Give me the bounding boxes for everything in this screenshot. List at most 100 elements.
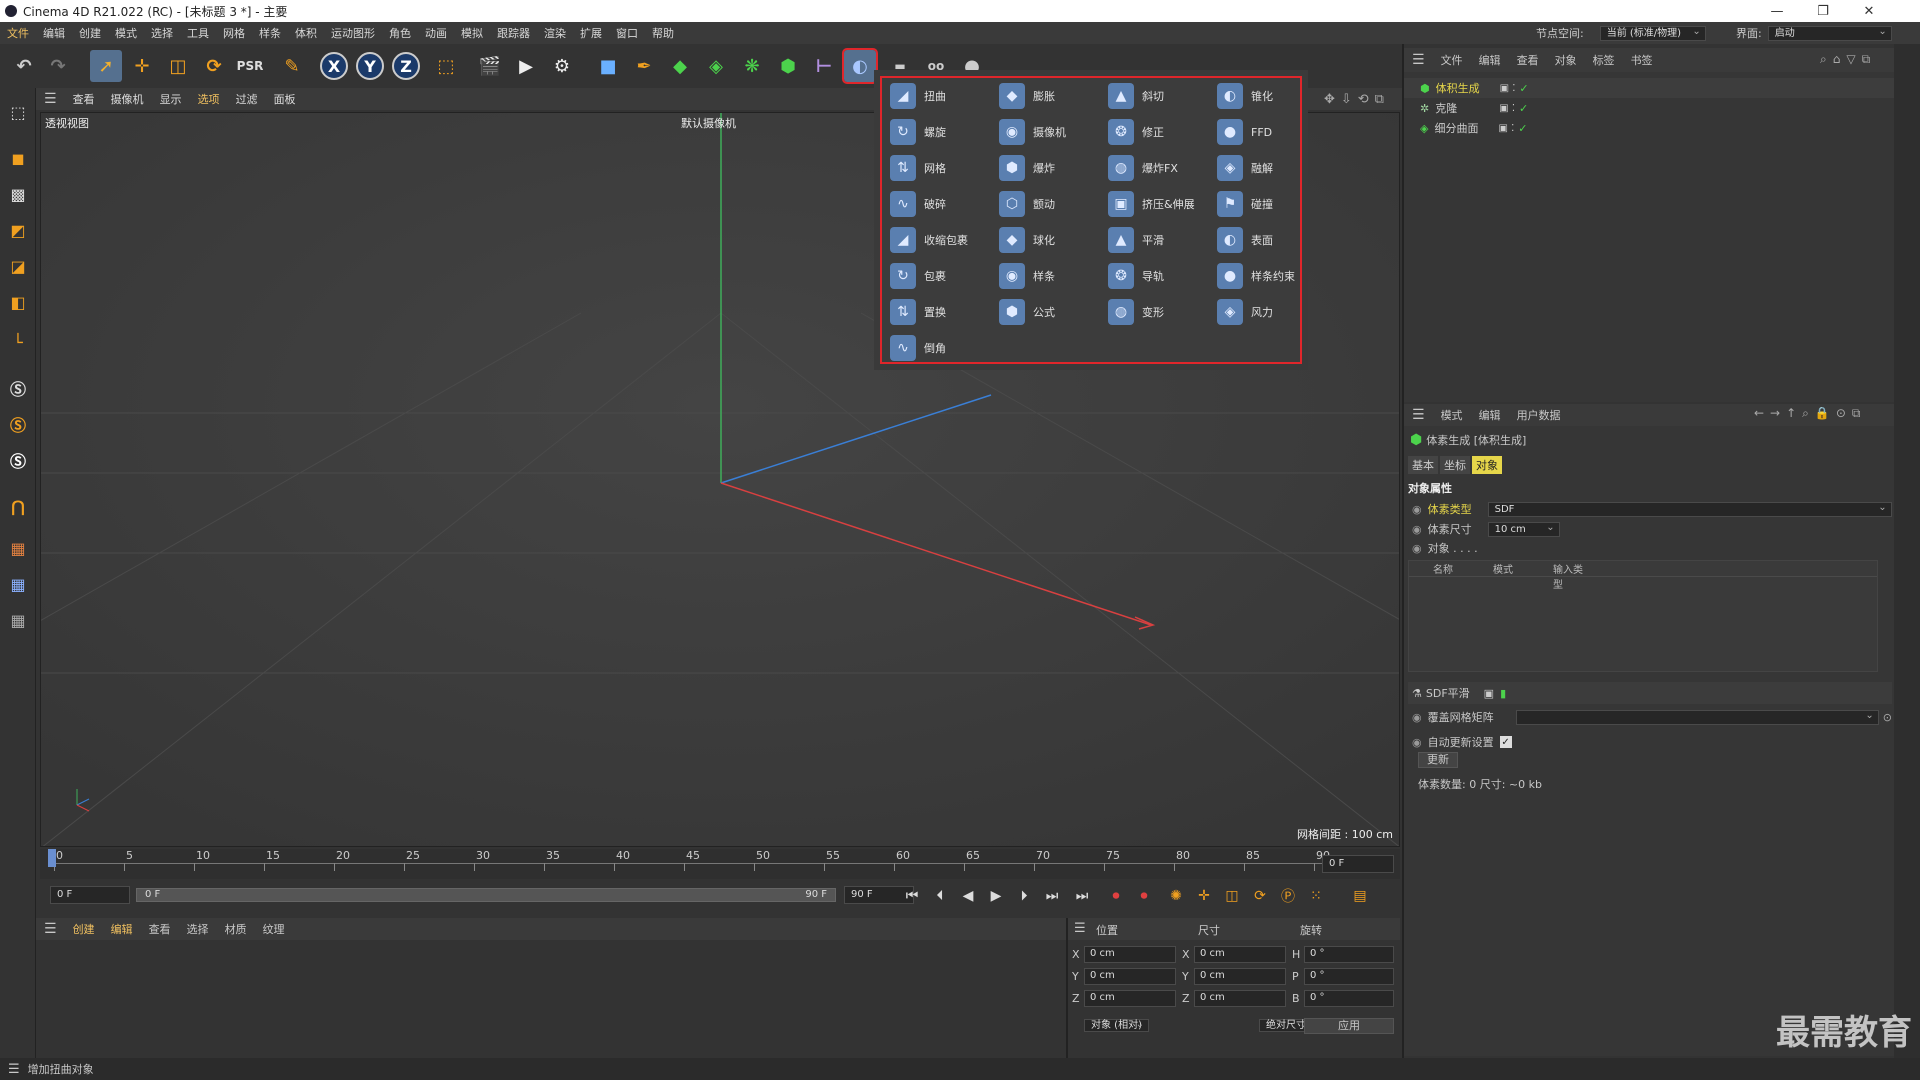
object-manager-tools[interactable]: ⌕⌂▽⧉ (1820, 52, 1876, 67)
start-frame-field[interactable]: 0 F (50, 886, 130, 904)
key-selection-icon[interactable]: ✺ (1164, 884, 1188, 908)
objects-list-column[interactable]: 输入类型 (1529, 561, 1589, 591)
menu-item[interactable]: 编辑 (36, 25, 72, 41)
pen-spline-icon[interactable]: ✒ (628, 50, 660, 82)
deformer-item[interactable]: ↻ 包裹 (890, 262, 946, 290)
object-manager-menu-item[interactable]: 文件 (1433, 52, 1471, 68)
layer-icon[interactable]: ▮ (1500, 687, 1506, 700)
attribute-nav-icons[interactable]: ←→↑⌕🔒⊙⧉ (1754, 406, 1866, 421)
deformer-item[interactable]: ∿ 破碎 (890, 190, 946, 218)
menu-item[interactable]: 模拟 (454, 25, 490, 41)
enabled-check-icon[interactable]: ✓ (1519, 102, 1528, 115)
hamburger-icon[interactable]: ☰ (1404, 52, 1433, 68)
y-axis-button[interactable]: Y (354, 50, 386, 82)
filter-icon[interactable]: ▣ (1484, 687, 1494, 700)
radio-icon[interactable]: ◉ (1412, 736, 1422, 749)
pick-icon[interactable]: ⊙ (1883, 711, 1892, 724)
hamburger-icon[interactable]: ☰ (36, 91, 65, 107)
radio-icon[interactable]: ◉ (1412, 542, 1422, 555)
solo-single-icon[interactable]: Ⓢ (4, 410, 32, 438)
deformer-item[interactable]: ⬢ 爆炸 (999, 154, 1055, 182)
subdivision-icon[interactable]: ◈ (700, 50, 732, 82)
mograph-cloner-icon[interactable]: ❋ (736, 50, 768, 82)
object-row[interactable]: ◈ 细分曲面 ▣ ⁚ ✓ (1404, 118, 1894, 138)
restore-icon[interactable]: ❐ (1800, 0, 1846, 22)
key-position-icon[interactable]: ✛ (1192, 884, 1216, 908)
viewport-menu-item[interactable]: 选项 (190, 91, 228, 107)
deformer-item[interactable]: ▲ 斜切 (1108, 82, 1164, 110)
objects-list-table[interactable]: 名称 模式 输入类型 (1408, 560, 1878, 672)
next-key-icon[interactable]: ⏭ (1040, 884, 1064, 908)
size-field[interactable]: 0 cm (1194, 990, 1286, 1007)
panel-divider[interactable] (1066, 918, 1068, 1058)
key-rotation-icon[interactable]: ⟳ (1248, 884, 1272, 908)
auto-key-icon[interactable]: ⏺ (1132, 884, 1156, 908)
object-row[interactable]: ⬢ 体积生成 ▣ ⁚ ✓ (1404, 78, 1894, 98)
menu-item[interactable]: 选择 (144, 25, 180, 41)
attribute-menu-item[interactable]: 编辑 (1471, 407, 1509, 423)
object-name[interactable]: 细分曲面 (1434, 120, 1498, 136)
position-field[interactable]: 0 cm (1084, 968, 1176, 985)
material-menu-item[interactable]: 编辑 (103, 921, 141, 937)
hamburger-icon[interactable]: ☰ (36, 921, 65, 937)
menu-item[interactable]: 模式 (108, 25, 144, 41)
deformer-item[interactable]: ⬢ 公式 (999, 298, 1055, 326)
cube-icon[interactable]: ■ (592, 50, 624, 82)
menu-item[interactable]: 创建 (72, 25, 108, 41)
auto-update-checkbox[interactable]: ✓ (1499, 736, 1512, 748)
sdf-smooth-label[interactable]: SDF平滑 (1426, 685, 1470, 701)
attr-tab[interactable]: 坐标 (1440, 456, 1470, 474)
render-settings-icon[interactable]: ⚙ (546, 50, 578, 82)
deformer-item[interactable]: ◉ 样条 (999, 262, 1055, 290)
record-key-icon[interactable]: ⏺ (1104, 884, 1128, 908)
node-space-dropdown[interactable]: 当前 (标准/物理) (1599, 25, 1706, 41)
minimize-icon[interactable]: — (1754, 0, 1800, 22)
menu-item[interactable]: 样条 (252, 25, 288, 41)
object-row[interactable]: ✲ 克隆 ▣ ⁚ ✓ (1404, 98, 1894, 118)
visibility-icon[interactable]: ▣ ⁚ (1498, 123, 1514, 134)
z-axis-button[interactable]: Z (390, 50, 422, 82)
deformer-item[interactable]: ◐ 锥化 (1217, 82, 1273, 110)
close-icon[interactable]: ✕ (1846, 0, 1892, 22)
key-pla-icon[interactable]: ⁙ (1304, 884, 1328, 908)
redo-icon[interactable]: ↷ (42, 50, 74, 82)
coord-mode-dropdown[interactable]: 对象 (相对) (1084, 1019, 1149, 1032)
menu-item[interactable]: 渲染 (537, 25, 573, 41)
playhead[interactable] (48, 849, 56, 867)
solo-hierarchy-icon[interactable]: Ⓢ (4, 446, 32, 474)
deformer-item[interactable]: ↻ 螺旋 (890, 118, 946, 146)
material-menu-item[interactable]: 创建 (65, 921, 103, 937)
radio-icon[interactable]: ◉ (1412, 503, 1422, 516)
hamburger-icon[interactable]: ☰ (1074, 921, 1086, 936)
move-tool-icon[interactable]: ✛ (126, 50, 158, 82)
attr-tab[interactable]: 基本 (1408, 456, 1438, 474)
deformer-item[interactable]: ◈ 风力 (1217, 298, 1273, 326)
go-to-end-icon[interactable]: ⏭ (1070, 884, 1094, 908)
object-name[interactable]: 体积生成 (1436, 80, 1500, 96)
go-to-start-icon[interactable]: ⏮ (900, 884, 924, 908)
objects-list-column[interactable]: 名称 (1409, 561, 1469, 576)
override-dropdown[interactable] (1516, 709, 1879, 725)
prev-key-icon[interactable]: ⏴ (928, 884, 952, 908)
select-tool-icon[interactable]: ➚ (90, 50, 122, 82)
material-menu-item[interactable]: 材质 (217, 921, 255, 937)
render-view-icon[interactable]: 🎬 (474, 50, 506, 82)
viewport-nav-icons[interactable]: ✥⇩⟲⧉ (1324, 92, 1390, 107)
solo-off-icon[interactable]: Ⓢ (4, 374, 32, 402)
deformer-item[interactable]: ⇅ 置换 (890, 298, 946, 326)
material-area[interactable] (40, 940, 1066, 1052)
menu-item[interactable]: 体积 (288, 25, 324, 41)
make-editable-icon[interactable]: ⬚ (4, 98, 32, 126)
radio-icon[interactable]: ◉ (1412, 711, 1422, 724)
next-frame-icon[interactable]: ⏵ (1012, 884, 1036, 908)
size-field[interactable]: 0 cm (1194, 946, 1286, 963)
hamburger-icon[interactable]: ☰ (0, 1062, 28, 1077)
play-icon[interactable]: ▶ (984, 884, 1008, 908)
object-manager-menu-item[interactable]: 标签 (1585, 52, 1623, 68)
rotation-field[interactable]: 0 ° (1304, 968, 1394, 985)
viewport-menu-item[interactable]: 摄像机 (103, 91, 152, 107)
material-menu-item[interactable]: 纹理 (255, 921, 293, 937)
planar-workplane-icon[interactable]: ▦ (4, 606, 32, 634)
menu-item[interactable]: 窗口 (609, 25, 645, 41)
rotate-tool-icon[interactable]: ⟳ (198, 50, 230, 82)
